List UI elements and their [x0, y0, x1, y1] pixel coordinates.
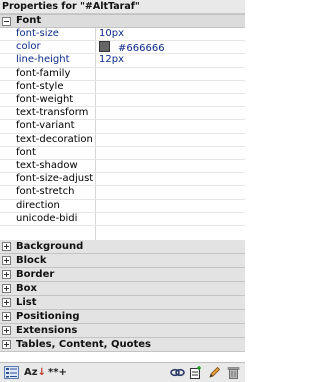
color-value: #666666 — [118, 43, 165, 55]
property-row-font[interactable]: font — [0, 147, 245, 160]
expand-icon[interactable] — [2, 298, 11, 307]
expand-icon[interactable] — [2, 256, 11, 265]
property-value[interactable]: 12px — [99, 54, 124, 66]
bottom-toolbar: Az↓ **+ — [0, 362, 245, 382]
sort-alpha-icon[interactable]: Az↓ — [24, 366, 46, 379]
category-positioning[interactable]: Positioning — [0, 310, 245, 324]
category-tables-content-quotes[interactable]: Tables, Content, Quotes — [0, 338, 245, 352]
property-row-font-family[interactable]: font-family — [0, 68, 245, 81]
property-row-font-variant[interactable]: font-variant — [0, 120, 245, 134]
expand-icon[interactable] — [2, 284, 11, 293]
property-name: color — [16, 41, 41, 53]
property-name: line-height — [16, 54, 70, 66]
property-value[interactable]: 10px — [99, 28, 124, 40]
property-row-text-transform[interactable]: text-transform — [0, 107, 245, 121]
panel-title: Properties for "#AltTaraf" — [0, 0, 245, 14]
category-list[interactable]: List — [0, 296, 245, 310]
property-row-direction[interactable]: direction — [0, 200, 245, 213]
trash-icon[interactable] — [227, 366, 240, 379]
show-set-properties-icon[interactable]: **+ — [48, 366, 67, 379]
property-name: text-shadow — [16, 160, 78, 171]
property-name: font-size — [16, 28, 59, 39]
category-view-icon[interactable] — [4, 366, 19, 379]
category-label: Tables, Content, Quotes — [16, 339, 151, 350]
property-row-font-size-adjust[interactable]: font-size-adjust — [0, 173, 245, 187]
category-label: Positioning — [16, 311, 80, 322]
property-name: font-family — [16, 67, 71, 79]
property-row-text-decoration[interactable]: text-decoration — [0, 134, 245, 147]
expand-icon[interactable] — [2, 242, 11, 251]
category-label: Block — [16, 255, 47, 266]
property-row-color[interactable]: color #666666 — [0, 41, 245, 55]
category-background[interactable]: Background — [0, 240, 245, 254]
collapse-icon[interactable] — [2, 17, 11, 26]
expand-icon[interactable] — [2, 270, 11, 279]
show-set-label: **+ — [48, 367, 67, 378]
category-block[interactable]: Block — [0, 254, 245, 268]
property-name: font-weight — [16, 94, 74, 105]
category-label: List — [16, 297, 37, 308]
property-name: unicode-bidi — [16, 212, 78, 224]
sort-az-label: Az — [24, 367, 38, 378]
property-name: text-decoration — [16, 133, 93, 145]
property-row-font-weight[interactable]: font-weight — [0, 94, 245, 108]
property-name: font-stretch — [16, 186, 75, 198]
category-label: Box — [16, 283, 37, 294]
expand-icon[interactable] — [2, 326, 11, 335]
property-value[interactable]: #666666 — [99, 41, 165, 55]
property-name: font — [16, 146, 36, 158]
category-label: Background — [16, 241, 84, 252]
category-border[interactable]: Border — [0, 268, 245, 282]
expand-icon[interactable] — [2, 340, 11, 349]
property-name: font-size-adjust — [16, 173, 94, 185]
category-label: Border — [16, 269, 55, 280]
expand-icon[interactable] — [2, 312, 11, 321]
category-label: Font — [16, 15, 42, 26]
property-name: font-variant — [16, 120, 75, 132]
property-row-font-size[interactable]: font-size 10px — [0, 28, 245, 42]
new-css-rule-icon[interactable] — [189, 366, 202, 379]
property-row-font-style[interactable]: font-style — [0, 81, 245, 94]
category-label: Extensions — [16, 325, 78, 336]
category-font-header[interactable]: Font — [0, 14, 245, 28]
property-row-font-stretch[interactable]: font-stretch — [0, 186, 245, 200]
color-swatch[interactable] — [99, 41, 110, 53]
edit-pencil-icon[interactable] — [208, 366, 221, 379]
attach-style-sheet-icon[interactable] — [170, 366, 185, 379]
property-row-unicode-bidi[interactable]: unicode-bidi — [0, 213, 245, 226]
category-box[interactable]: Box — [0, 282, 245, 296]
property-name: direction — [16, 199, 60, 211]
property-name: font-style — [16, 80, 64, 92]
category-extensions[interactable]: Extensions — [0, 324, 245, 338]
property-row-text-shadow[interactable]: text-shadow — [0, 160, 245, 174]
property-name: text-transform — [16, 107, 89, 119]
property-row-line-height[interactable]: line-height 12px — [0, 54, 245, 68]
empty-area — [0, 352, 245, 362]
